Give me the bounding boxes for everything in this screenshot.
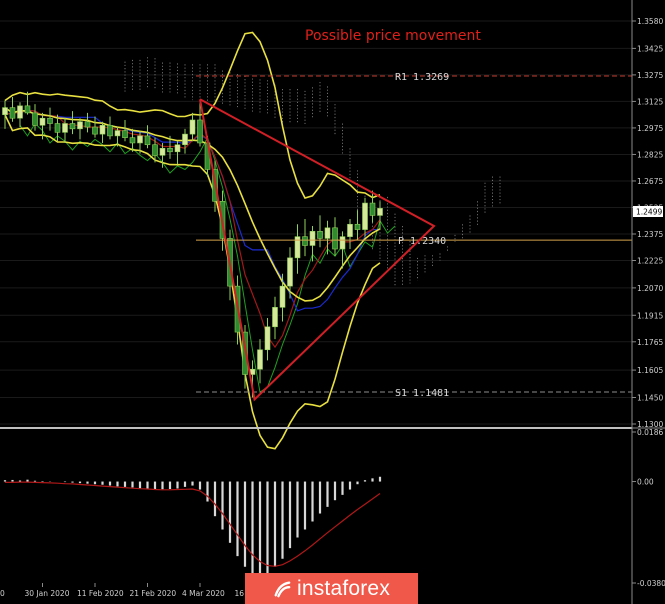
price-axis: 1.3580 1.3425 1.3275 1.3125 1.2975 1.2825 1.26… [632,17,663,429]
candle-body [62,123,68,133]
candle-body [122,130,128,138]
price-tick-label: 1.2375 [637,230,663,239]
candle-body [354,223,361,230]
candle-body [279,285,286,308]
candle-body [182,133,188,146]
pivot-label-s1: S1 1.1481 [395,388,449,399]
price-tick-label: 1.2675 [637,177,663,186]
price-tick-label: 1.2070 [637,284,663,293]
candle-body [339,236,346,250]
price-tick-label: 1.2825 [637,150,663,159]
candle-body [24,105,31,114]
price-tick-label: 1.1605 [637,366,663,375]
date-axis: 0 30 Jan 2020 11 Feb 2020 21 Feb 2020 4 Mar … [0,583,258,598]
price-tick-label: 1.3275 [637,71,663,80]
candle-body [369,202,376,216]
price-tick-label: 1.3125 [637,97,663,106]
candle-body [257,349,263,370]
candle-body [107,124,113,137]
candle-body [302,236,308,246]
osc-tick-label: 0.00 [637,478,654,487]
pivot-label-r1: R1 1.3269 [395,72,449,83]
macd-oscillator [3,476,382,578]
date-label: 30 Jan 2020 [25,589,70,598]
candle-body [32,112,38,126]
current-price-tag: 1.2499 [633,206,663,217]
candle-body [114,130,121,137]
candle-body [129,137,136,144]
candle-body [197,119,203,144]
candle-body [362,202,368,230]
candle-body [317,231,323,239]
price-tick-label: 1.3425 [637,44,663,53]
candle-body [54,123,61,133]
candle-body [99,124,106,135]
osc-tick-label: -0.03808 [637,579,665,588]
price-tick-label: 1.2975 [637,124,663,133]
chart-title: Possible price movement [305,28,481,44]
candle-body [17,105,23,119]
candle-body [309,231,316,246]
instaforex-logo: instaforex [245,573,418,604]
date-label: 0 [0,589,5,598]
oscillator-axis: 0.0186 0.00 -0.03808 [632,428,665,588]
candle-body [2,107,8,115]
candle-body [264,326,271,351]
price-tick-label: 1.3580 [637,17,663,26]
candle-body [377,208,383,216]
candle-body [137,135,143,144]
candle-body [272,307,278,328]
price-tick-label: 1.2225 [637,257,663,266]
logo-text: instaforex [296,576,391,600]
price-panel-background [0,0,632,430]
candle-body [39,117,46,126]
osc-tick-label: 0.0186 [637,428,663,437]
candle-body [77,121,83,130]
candle-body [159,147,166,156]
candle-body [69,123,76,130]
candle-body [324,227,331,239]
candle-body [189,119,196,135]
candle-body [347,223,353,237]
instaforex-logo-icon [274,581,291,597]
candle-body [332,227,338,250]
candle-body [167,147,173,153]
date-label: 4 Mar 2020 [182,589,225,598]
candle-body [9,107,16,119]
candle-body [144,135,151,146]
forex-chart: R1 1.3269P 1.2340S1 1.1481 Possible pric… [0,0,665,604]
candle-body [287,257,293,287]
current-price-label: 1.2499 [636,208,662,217]
candle-body [84,121,91,128]
date-label: 21 Feb 2020 [130,589,177,598]
price-tick-label: 1.1915 [637,311,663,320]
candle-body [47,117,53,124]
date-label: 11 Feb 2020 [77,589,124,598]
candle-body [92,126,98,135]
candle-body [152,144,158,156]
price-tick-label: 1.1450 [637,393,663,402]
price-tick-label: 1.1765 [637,338,663,347]
candle-body [174,144,181,153]
macd-signal-line [5,481,381,567]
